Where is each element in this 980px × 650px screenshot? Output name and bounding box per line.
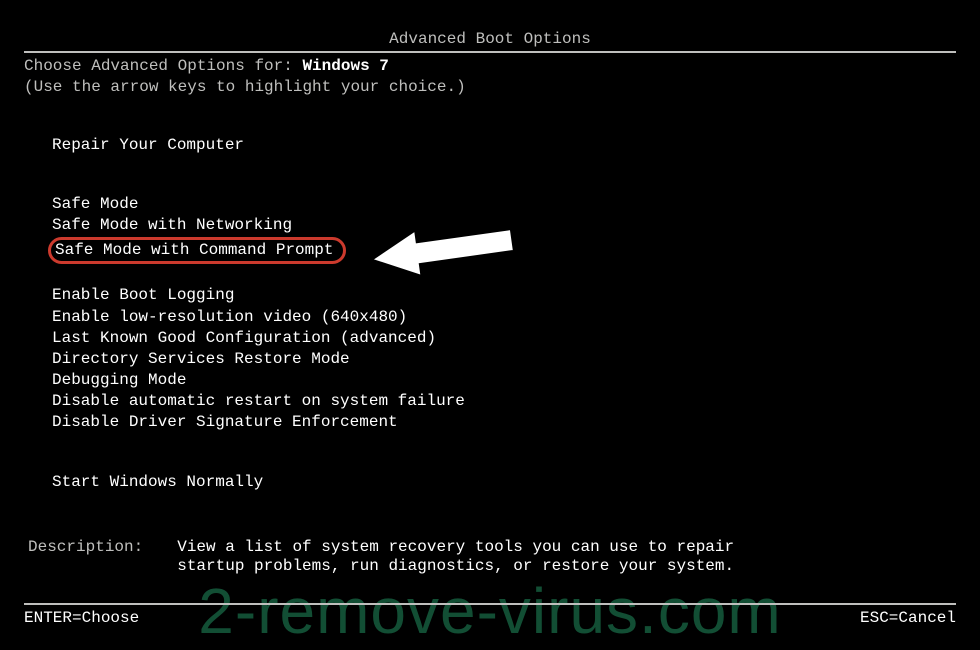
page-title: Advanced Boot Options	[389, 30, 591, 48]
description-label: Description:	[28, 538, 143, 576]
hint-text: (Use the arrow keys to highlight your ch…	[24, 78, 956, 97]
option-repair-your-computer[interactable]: Repair Your Computer	[52, 136, 956, 155]
choose-label: Choose Advanced Options for:	[24, 57, 302, 75]
option-safe-mode-networking[interactable]: Safe Mode with Networking	[52, 216, 956, 235]
option-disable-driver-sig[interactable]: Disable Driver Signature Enforcement	[52, 413, 956, 432]
option-safe-mode[interactable]: Safe Mode	[52, 195, 956, 214]
option-ds-restore-mode[interactable]: Directory Services Restore Mode	[52, 350, 956, 369]
option-last-known-good[interactable]: Last Known Good Configuration (advanced)	[52, 329, 956, 348]
option-safe-mode-command-prompt[interactable]: Safe Mode with Command Prompt	[52, 237, 956, 264]
highlighted-option: Safe Mode with Command Prompt	[48, 237, 346, 264]
option-start-windows-normally[interactable]: Start Windows Normally	[52, 473, 956, 492]
os-name: Windows 7	[302, 57, 388, 75]
description-text: View a list of system recovery tools you…	[177, 538, 797, 576]
option-disable-auto-restart[interactable]: Disable automatic restart on system fail…	[52, 392, 956, 411]
footer-enter: ENTER=Choose	[24, 609, 139, 628]
option-low-res-video[interactable]: Enable low-resolution video (640x480)	[52, 308, 956, 327]
option-debugging-mode[interactable]: Debugging Mode	[52, 371, 956, 390]
option-enable-boot-logging[interactable]: Enable Boot Logging	[52, 286, 956, 305]
footer-esc: ESC=Cancel	[860, 609, 956, 628]
